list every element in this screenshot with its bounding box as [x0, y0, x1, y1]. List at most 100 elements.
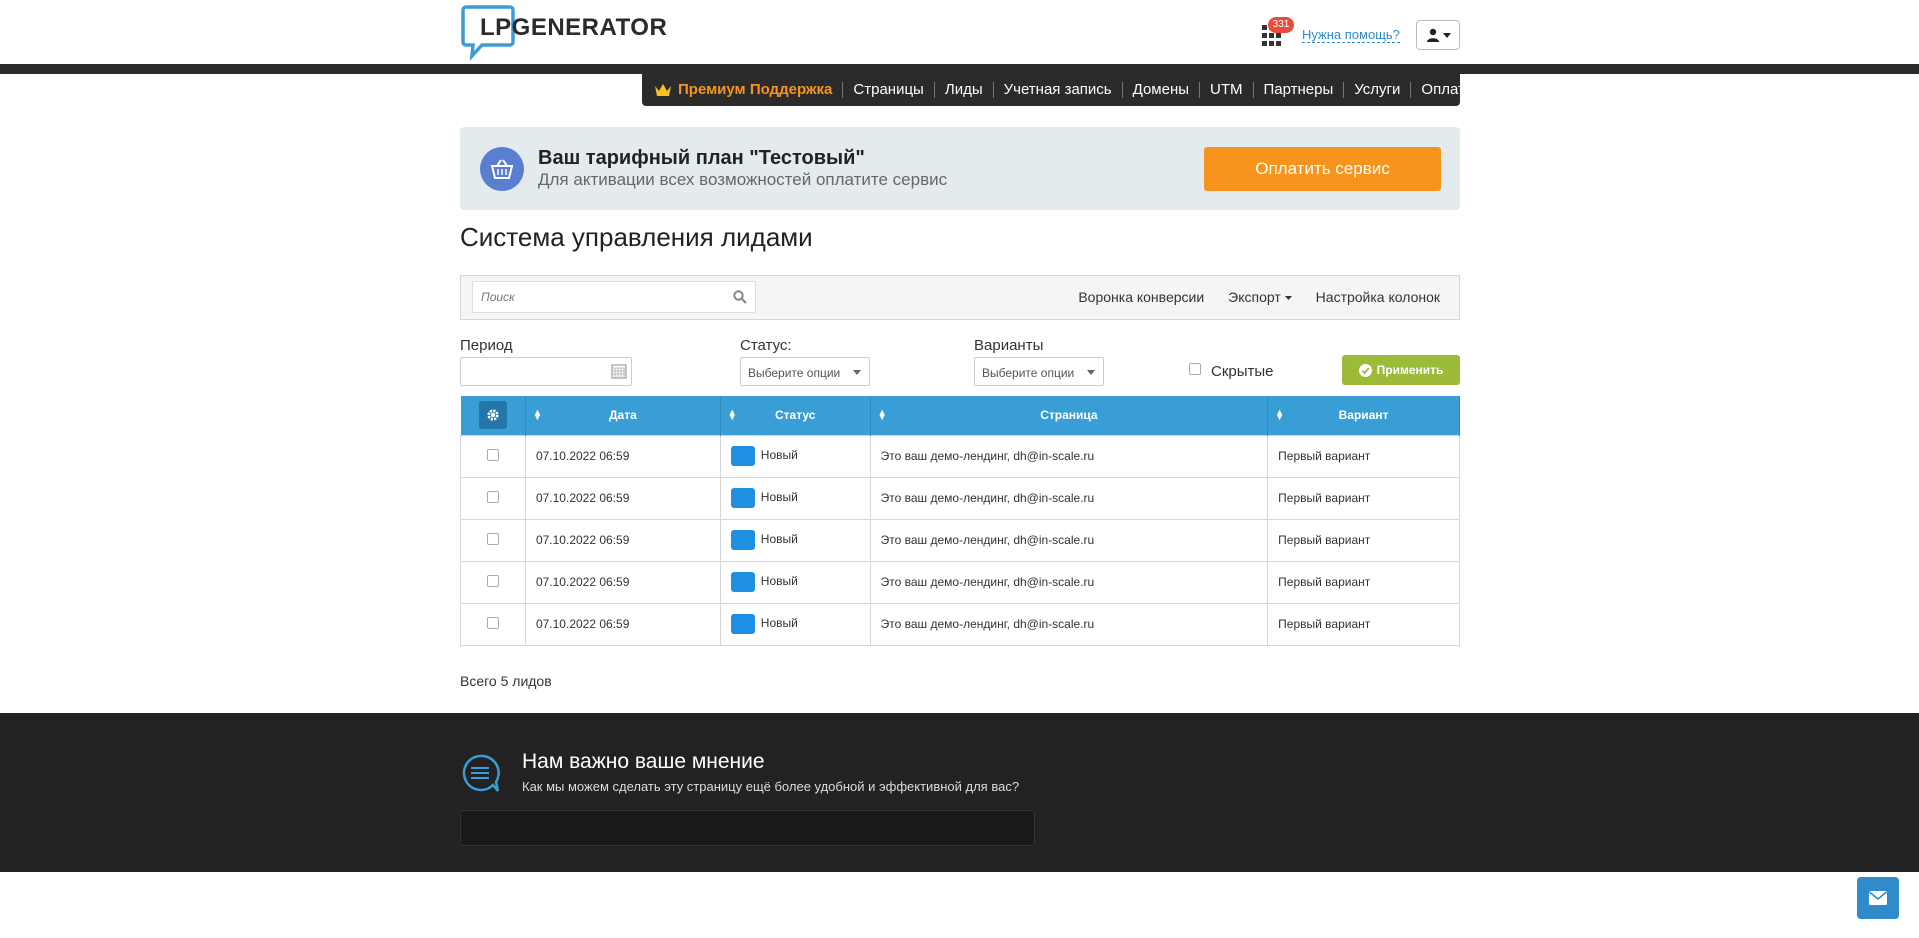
column-header-variant-label: Вариант	[1338, 408, 1389, 423]
plan-title: Ваш тарифный план "Тестовый"	[538, 147, 865, 169]
column-header-page-label: Страница	[1040, 408, 1098, 423]
row-checkbox[interactable]	[486, 616, 499, 629]
nav-premium-label: Премиум Поддержка	[678, 81, 833, 98]
nav-item-pages[interactable]: Страницы	[842, 82, 933, 98]
status-color-chip	[730, 530, 755, 550]
status-color-chip	[730, 488, 755, 508]
lead-status-label: Новый	[760, 616, 798, 631]
lead-status-label: Новый	[760, 532, 798, 547]
period-input[interactable]	[460, 357, 632, 386]
period-label: Период	[460, 337, 513, 354]
status-select[interactable]: Выберите опции	[740, 357, 870, 386]
column-header-date-label: Дата	[608, 408, 637, 423]
pay-service-button[interactable]: Оплатить сервис	[1204, 147, 1441, 191]
lead-status: Новый	[719, 602, 871, 646]
plan-banner: Ваш тарифный план "Тестовый" Для активац…	[460, 127, 1460, 210]
calendar-icon[interactable]	[611, 364, 627, 379]
table-row[interactable]: 07.10.2022 06:59 Новый Это ваш демо-ленд…	[460, 434, 1460, 478]
lead-date: 07.10.2022 06:59	[524, 476, 721, 520]
apply-label: Применить	[1376, 363, 1444, 377]
leads-table: ▲ ▼ Дата ▲ ▼ Статус ▲ ▼ Страница ▲ ▼ Вариант 07.…	[460, 396, 1460, 646]
lpgenerator-logo[interactable]: LPGENERATOR	[460, 4, 667, 62]
apply-button[interactable]: Применить	[1342, 355, 1460, 385]
variants-select[interactable]: Выберите опции	[974, 357, 1104, 386]
feedback-textarea[interactable]	[460, 810, 1035, 846]
hidden-label: Скрытые	[1211, 363, 1274, 380]
lead-page: Это ваш демо-лендинг, dh@in-scale.ru	[869, 518, 1269, 562]
table-row[interactable]: 07.10.2022 06:59 Новый Это ваш демо-ленд…	[460, 602, 1460, 646]
row-checkbox[interactable]	[486, 574, 499, 587]
status-label: Статус:	[740, 337, 792, 354]
table-row[interactable]: 07.10.2022 06:59 Новый Это ваш демо-ленд…	[460, 518, 1460, 562]
sort-icon: ▲ ▼	[727, 407, 737, 422]
column-header-page[interactable]: ▲ ▼ Страница	[870, 396, 1269, 435]
table-row[interactable]: 07.10.2022 06:59 Новый Это ваш демо-ленд…	[460, 560, 1460, 604]
column-header-status[interactable]: ▲ ▼ Статус	[720, 396, 871, 435]
header-dark-bar	[0, 64, 1919, 74]
lead-status: Новый	[719, 476, 871, 520]
export-dropdown[interactable]: Экспорт	[1228, 289, 1292, 305]
sort-icon: ▲ ▼	[532, 407, 542, 422]
lead-variant: Первый вариант	[1267, 476, 1460, 520]
logo-text: LPGENERATOR	[480, 14, 668, 41]
row-checkbox[interactable]	[486, 490, 499, 503]
lead-status-label: Новый	[760, 490, 798, 505]
columns-settings-link[interactable]: Настройка колонок	[1316, 289, 1440, 305]
hidden-checkbox[interactable]	[1189, 363, 1201, 375]
table-header-row: ▲ ▼ Дата ▲ ▼ Статус ▲ ▼ Страница ▲ ▼ Вариант	[460, 396, 1460, 435]
nav-item-domains[interactable]: Домены	[1121, 82, 1199, 98]
row-checkbox[interactable]	[486, 532, 499, 545]
chat-bubble-icon	[462, 754, 500, 792]
lead-variant: Первый вариант	[1267, 560, 1460, 604]
status-color-chip	[730, 446, 755, 466]
row-checkbox[interactable]	[486, 448, 499, 461]
top-header: LPGENERATOR 331 Нужна помощь?	[0, 0, 1919, 64]
nav-item-premium-support[interactable]: Премиум Поддержка	[654, 82, 842, 98]
export-label: Экспорт	[1228, 289, 1281, 305]
caret-down-icon	[1442, 32, 1451, 38]
lead-date: 07.10.2022 06:59	[524, 434, 721, 478]
lead-date: 07.10.2022 06:59	[524, 602, 721, 646]
lead-page: Это ваш демо-лендинг, dh@in-scale.ru	[869, 434, 1269, 478]
basket-icon	[480, 147, 524, 191]
nav-item-partners[interactable]: Партнеры	[1252, 82, 1344, 98]
table-row[interactable]: 07.10.2022 06:59 Новый Это ваш демо-ленд…	[460, 476, 1460, 520]
user-icon	[1426, 28, 1439, 42]
nav-item-utm[interactable]: UTM	[1199, 82, 1253, 98]
lead-status-label: Новый	[760, 448, 798, 463]
search-icon[interactable]	[733, 290, 747, 304]
lead-variant: Первый вариант	[1267, 602, 1460, 646]
nav-item-payment[interactable]: Оплата	[1410, 82, 1483, 98]
crown-icon	[655, 84, 671, 96]
user-menu-button[interactable]	[1416, 20, 1460, 50]
lead-variant: Первый вариант	[1267, 518, 1460, 562]
help-link[interactable]: Нужна помощь?	[1302, 27, 1400, 43]
nav-item-services[interactable]: Услуги	[1343, 82, 1410, 98]
lead-status: Новый	[719, 560, 871, 604]
sort-icon: ▲ ▼	[1275, 407, 1285, 422]
caret-down-icon	[1284, 296, 1292, 301]
contact-mail-button[interactable]	[1857, 877, 1899, 919]
lead-page: Это ваш демо-лендинг, dh@in-scale.ru	[869, 476, 1269, 520]
lead-date: 07.10.2022 06:59	[524, 518, 721, 562]
column-header-status-label: Статус	[774, 408, 816, 423]
leads-toolbar: Воронка конверсии Экспорт Настройка коло…	[460, 275, 1460, 320]
page-title: Система управления лидами	[460, 222, 813, 252]
column-header-date[interactable]: ▲ ▼ Дата	[525, 396, 721, 435]
envelope-icon	[1869, 891, 1887, 905]
status-color-chip	[730, 572, 755, 592]
lead-status-label: Новый	[760, 574, 798, 589]
nav-item-account[interactable]: Учетная запись	[992, 82, 1122, 98]
feedback-subtitle: Как мы можем сделать эту страницу ещё бо…	[522, 779, 1020, 794]
main-nav: Премиум Поддержка Страницы Лиды Учетная …	[642, 74, 1473, 106]
check-circle-icon	[1358, 363, 1372, 377]
conversion-funnel-link[interactable]: Воронка конверсии	[1078, 289, 1204, 305]
search-input[interactable]	[473, 282, 713, 312]
lead-variant: Первый вариант	[1267, 434, 1460, 478]
nav-item-leads[interactable]: Лиды	[933, 82, 993, 98]
column-header-variant[interactable]: ▲ ▼ Вариант	[1267, 396, 1460, 435]
status-color-chip	[730, 614, 755, 634]
notifications-badge: 331	[1268, 17, 1294, 33]
gear-icon[interactable]	[478, 401, 507, 430]
sort-icon: ▲ ▼	[877, 407, 887, 422]
